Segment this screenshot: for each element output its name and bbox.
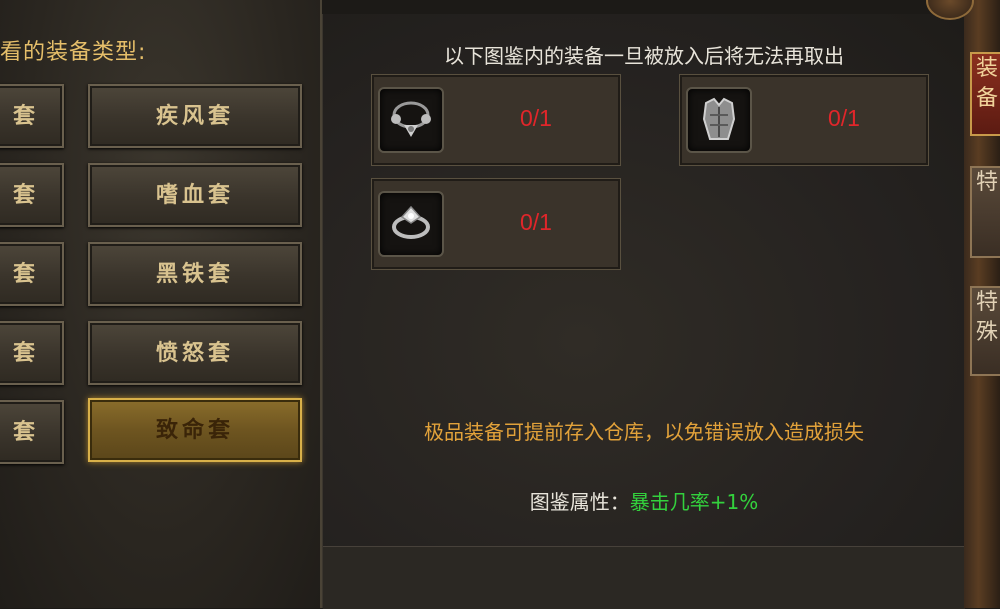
slot-count: 0/1 [828, 105, 860, 131]
codex-attribute: 图鉴属性：暴击几率+1% [323, 486, 965, 515]
set-type-panel: 看的装备类型: 套 套 套 套 套 疾风套 嗜血套 黑铁套 愤怒套 致命套 [0, 0, 322, 608]
set-button-left-label: 套 [12, 103, 39, 129]
necklace-icon[interactable] [378, 87, 444, 153]
side-tab-second[interactable]: 特 [970, 166, 1000, 258]
set-button-label: 嗜血套 [155, 182, 234, 208]
set-button-shixue[interactable]: 嗜血套 [88, 163, 302, 227]
set-button-label: 愤怒套 [155, 340, 234, 366]
set-button-left-label: 套 [12, 261, 39, 287]
side-tab-rail: 装备 特 特殊 [964, 0, 1000, 608]
set-button-left-label: 套 [12, 182, 39, 208]
set-button-label: 致命套 [155, 417, 234, 443]
codex-notice: 以下图鉴内的装备一旦被放入后将无法再取出 [444, 44, 844, 68]
equipment-slot-armor[interactable]: 0/1 [679, 74, 929, 166]
slot-count: 0/1 [520, 105, 552, 131]
equipment-slot-ring[interactable]: 0/1 [371, 178, 621, 270]
set-button-left-3[interactable]: 套 [0, 242, 64, 306]
set-button-zhiming-selected[interactable]: 致命套 [88, 398, 302, 462]
set-button-heitie[interactable]: 黑铁套 [88, 242, 302, 306]
attribute-label: 图鉴属性： [529, 490, 630, 514]
side-tab-label: 特殊 [976, 290, 999, 345]
set-type-header: 看的装备类型: [0, 40, 147, 65]
side-tab-label: 特 [976, 170, 999, 195]
ring-icon[interactable] [378, 191, 444, 257]
codex-warning-tip: 极品装备可提前存入仓库，以免错误放入造成损失 [424, 420, 864, 444]
side-tab-special[interactable]: 特殊 [970, 286, 1000, 376]
codex-panel: 以下图鉴内的装备一旦被放入后将无法再取出 0/1 0/1 0/1 极品装备可提前… [322, 14, 965, 609]
bottom-bar [323, 546, 965, 609]
set-button-left-2[interactable]: 套 [0, 163, 64, 227]
set-button-fennu[interactable]: 愤怒套 [88, 321, 302, 385]
side-tab-label: 装备 [976, 56, 999, 111]
slot-count: 0/1 [520, 209, 552, 235]
side-tab-equipment[interactable]: 装备 [970, 52, 1000, 136]
set-button-left-1[interactable]: 套 [0, 84, 64, 148]
set-button-label: 黑铁套 [155, 261, 234, 287]
set-button-label: 疾风套 [155, 103, 234, 129]
set-button-left-4[interactable]: 套 [0, 321, 64, 385]
set-button-left-label: 套 [12, 340, 39, 366]
set-button-left-5[interactable]: 套 [0, 400, 64, 464]
attribute-value: 暴击几率+1% [629, 490, 759, 514]
armor-icon[interactable] [686, 87, 752, 153]
set-button-left-label: 套 [12, 419, 39, 445]
set-button-jifeng[interactable]: 疾风套 [88, 84, 302, 148]
equipment-slot-necklace[interactable]: 0/1 [371, 74, 621, 166]
